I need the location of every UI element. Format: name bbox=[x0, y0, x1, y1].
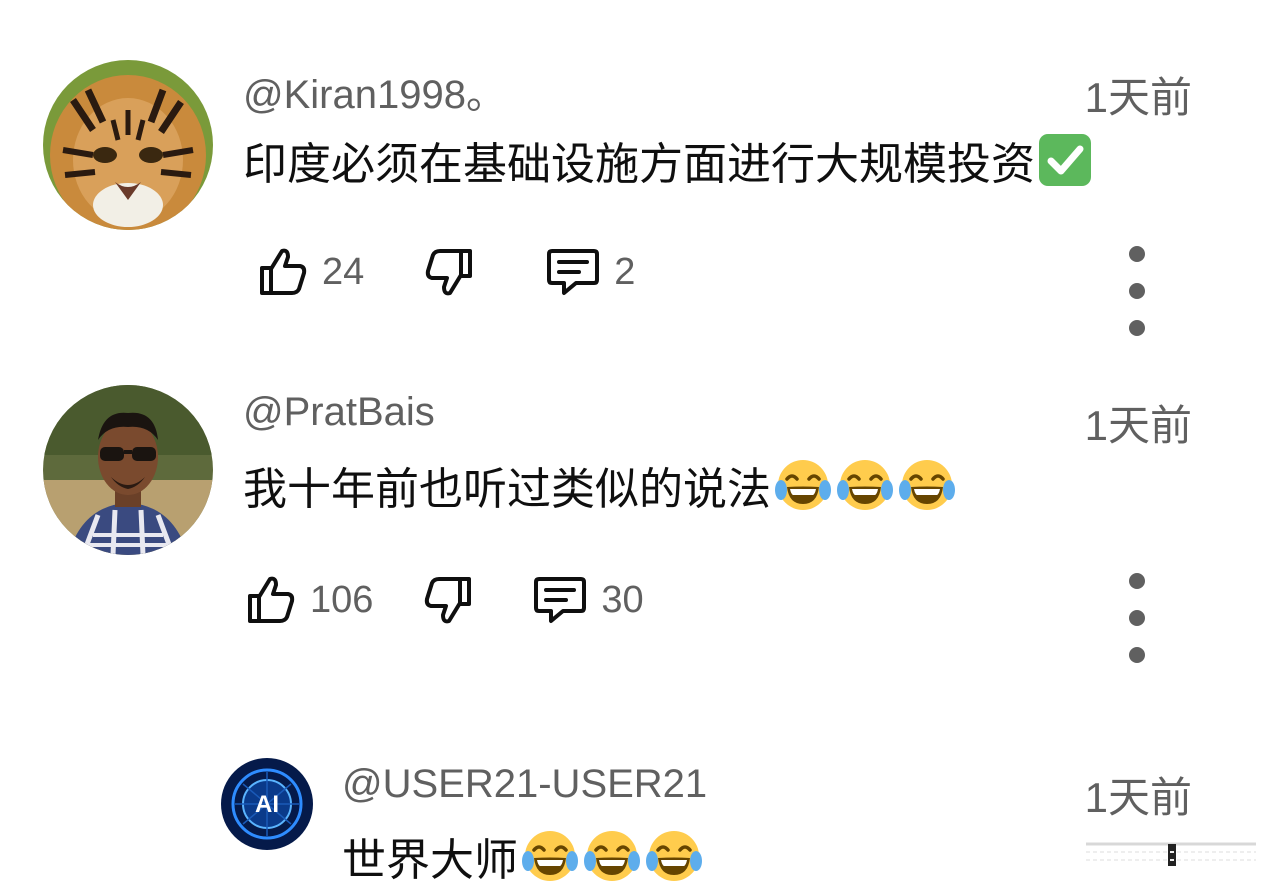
dot bbox=[1129, 320, 1145, 336]
comment-actions: 24 2 bbox=[258, 242, 635, 302]
more-vertical-icon bbox=[1129, 573, 1145, 589]
comment-text: 印度必须在基础设施方面进行大规模投资 bbox=[243, 140, 1035, 189]
watermark-graphic bbox=[1086, 842, 1256, 866]
dislike-button[interactable] bbox=[423, 574, 473, 626]
comment-text-row: 我十年前也听过类似的说法 bbox=[243, 455, 957, 515]
comment-text: 我十年前也听过类似的说法 bbox=[243, 465, 771, 514]
thumbs-down-icon bbox=[425, 577, 472, 624]
tears-of-joy-emoji bbox=[773, 456, 833, 514]
reply-count: 2 bbox=[614, 250, 636, 293]
dot bbox=[1129, 610, 1145, 626]
comment-timestamp: 1天前 bbox=[1084, 74, 1192, 121]
like-count: 106 bbox=[310, 578, 374, 621]
tears-of-joy-emoji bbox=[520, 827, 580, 885]
reply-count: 30 bbox=[601, 578, 644, 621]
more-options-button[interactable] bbox=[1122, 246, 1152, 336]
check-mark-emoji bbox=[1037, 132, 1093, 188]
comment-timestamp: 1天前 bbox=[1084, 774, 1192, 821]
comment-timestamp: 1天前 bbox=[1084, 402, 1192, 449]
tears-of-joy-emoji bbox=[835, 456, 895, 514]
reply-button[interactable]: 2 bbox=[546, 246, 635, 298]
comment-author[interactable]: @Kiran1998。 bbox=[243, 62, 506, 120]
like-button[interactable]: 106 bbox=[246, 574, 373, 626]
comment-author[interactable]: @PratBais bbox=[243, 390, 435, 435]
thumbs-up-icon bbox=[248, 576, 295, 623]
like-count: 24 bbox=[322, 250, 365, 293]
reply-item: AI @USER21-USER21 1天前 世界大师 bbox=[0, 740, 1280, 891]
comment-author[interactable]: @USER21-USER21 bbox=[342, 762, 707, 807]
thumbs-up-icon bbox=[260, 248, 307, 295]
more-vertical-icon bbox=[1129, 246, 1145, 262]
more-options-button[interactable] bbox=[1122, 573, 1152, 663]
comment-text: 世界大师 bbox=[342, 836, 518, 885]
dot bbox=[1129, 283, 1145, 299]
like-button[interactable]: 24 bbox=[258, 246, 364, 298]
comment-item: @Kiran1998。 1天前 印度必须在基础设施方面进行大规模投资 24 2 bbox=[0, 0, 1280, 340]
thumbs-down-icon bbox=[426, 249, 473, 296]
tears-of-joy-emoji bbox=[897, 456, 957, 514]
reply-button[interactable]: 30 bbox=[533, 574, 644, 626]
comment-actions: 106 30 bbox=[246, 570, 644, 630]
tears-of-joy-emoji bbox=[582, 827, 642, 885]
comment-icon bbox=[547, 249, 600, 295]
comment-text-row: 印度必须在基础设施方面进行大规模投资 bbox=[243, 130, 1093, 190]
avatar-label: AI bbox=[255, 791, 279, 818]
avatar[interactable]: AI bbox=[221, 758, 313, 850]
tears-of-joy-emoji bbox=[644, 827, 704, 885]
dot bbox=[1129, 647, 1145, 663]
avatar[interactable] bbox=[43, 385, 213, 555]
avatar[interactable] bbox=[43, 60, 213, 230]
comment-text-row: 世界大师 bbox=[342, 826, 704, 886]
dislike-button[interactable] bbox=[424, 246, 474, 298]
comment-item: @PratBais 1天前 我十年前也听过类似的说法 106 30 bbox=[0, 340, 1280, 670]
comment-icon bbox=[534, 577, 587, 623]
